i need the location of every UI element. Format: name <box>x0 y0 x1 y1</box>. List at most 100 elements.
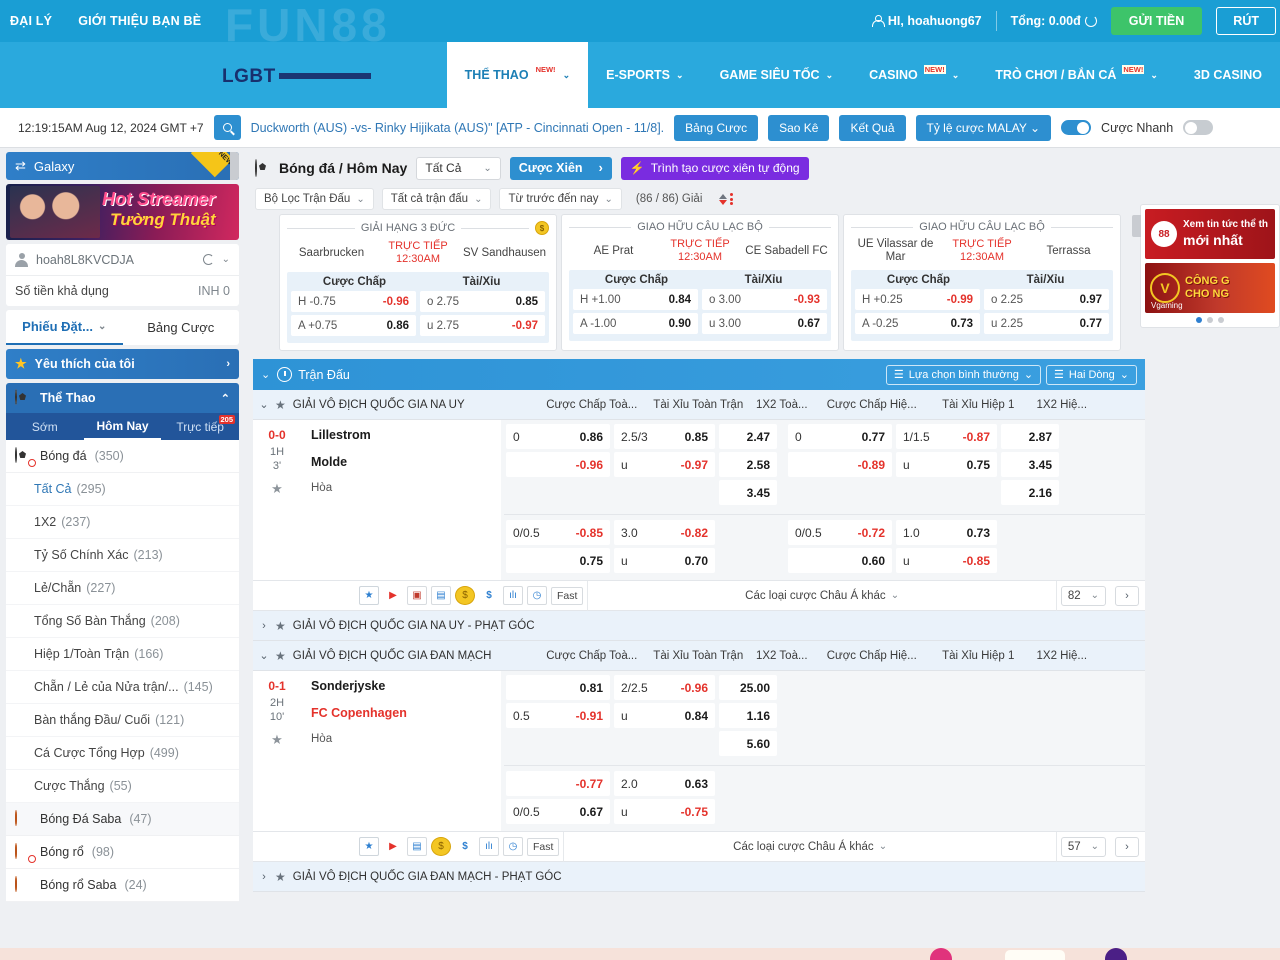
odds-cell[interactable]: 0.81 <box>506 675 610 701</box>
odds-cell[interactable]: 3.45 <box>1001 452 1059 478</box>
nav-item-the-thao[interactable]: THỂ THAO NEW! ⌄ <box>446 42 589 108</box>
odds-cell[interactable]: 3.0 -0.82 <box>614 520 715 546</box>
league-header-row[interactable]: ⌄ ★ GIẢI VÔ ĐỊCH QUỐC GIA ĐAN MẠCH Cược … <box>253 641 1145 672</box>
nav-item-3d-casino[interactable]: 3D CASINO <box>1176 42 1280 108</box>
sport-item-bong-ro-saba[interactable]: Bóng rổ Saba (24) <box>6 869 239 902</box>
drag-handle[interactable] <box>1132 215 1141 237</box>
market-item-ban-thang-dau-cuoi[interactable]: Bàn thắng Đầu/ Cuối (121) <box>6 704 239 737</box>
cashout-icon[interactable]: $ <box>455 837 475 857</box>
tab-phieu-dat[interactable]: Phiếu Đặt... ⌄ <box>6 310 123 345</box>
chevron-right-icon[interactable]: › <box>253 871 275 883</box>
withdraw-button[interactable]: RÚT <box>1216 7 1276 35</box>
favorites-section[interactable]: ★ Yêu thích của tôi › <box>6 349 239 379</box>
sport-item-bong-ro[interactable]: Bóng rổ (98) <box>6 836 239 869</box>
star-icon[interactable]: ★ <box>275 619 286 633</box>
chart-icon[interactable]: ılı <box>503 586 523 606</box>
odds-cell[interactable]: 0/0.5 -0.72 <box>788 520 892 546</box>
fast-button[interactable]: Fast <box>551 586 584 605</box>
search-button[interactable] <box>213 115 241 140</box>
star-icon[interactable]: ★ <box>253 732 301 748</box>
odds-cell[interactable]: -0.77 <box>506 771 610 797</box>
odds-cell[interactable]: -0.96 <box>506 452 610 478</box>
odds-cell[interactable]: 5.60 <box>719 731 777 757</box>
market-item-cuoc-thang[interactable]: Cược Thắng (55) <box>6 770 239 803</box>
page-next-button[interactable]: › <box>1115 836 1139 857</box>
market-item-ca-cuoc-tong-hop[interactable]: Cá Cược Tổng Hợp (499) <box>6 737 239 770</box>
subtab-som[interactable]: Sớm <box>6 413 84 440</box>
nav-item-game-sieu-toc[interactable]: GAME SIÊU TỐC ⌄ <box>702 42 852 108</box>
deposit-button[interactable]: GỬI TIỀN <box>1110 7 1203 35</box>
user-greeting[interactable]: HI, hoahuong67 <box>871 14 982 28</box>
featured-match-card[interactable]: GIẢI HẠNG 3 ĐỨC $ Saarbrucken TRỰC TIẾP … <box>279 214 557 352</box>
ad-dot[interactable] <box>1207 317 1213 323</box>
view-mode-select[interactable]: ☰ Lựa chọn bình thường ⌄ <box>885 364 1042 385</box>
odds-cell[interactable]: 0 0.77 <box>788 424 892 450</box>
star-icon[interactable]: ★ <box>275 398 286 412</box>
subtab-truc-tiep[interactable]: Trực tiếp 205 <box>161 413 239 440</box>
odds-format-select[interactable]: Tỷ lệ cược MALAY ⌄ <box>915 114 1052 141</box>
market-item-1x2[interactable]: 1X2 (237) <box>6 506 239 539</box>
nav-item-e-sports[interactable]: E-SPORTS ⌄ <box>588 42 701 108</box>
stats-list-icon[interactable]: ▤ <box>407 837 427 857</box>
rows-mode-select[interactable]: ☰ Hai Dòng ⌄ <box>1046 364 1137 385</box>
card-odds-cell[interactable]: o 3.00 -0.93 <box>702 289 827 311</box>
subtab-hom-nay[interactable]: Hôm Nay <box>83 413 162 440</box>
odds-cell[interactable]: u -0.85 <box>896 548 997 574</box>
page-select[interactable]: 82 ⌄ <box>1060 585 1106 606</box>
sub-league-row[interactable]: › ★ GIẢI VÔ ĐỊCH QUỐC GIA NA UY - PHẠT G… <box>253 611 1145 642</box>
sub-league-row[interactable]: › ★ GIẢI VÔ ĐỊCH QUỐC GIA ĐAN MẠCH - PHẠ… <box>253 862 1145 893</box>
sports-section-header[interactable]: Thể Thao ⌃ <box>6 383 239 413</box>
odds-cell[interactable]: 0/0.5 -0.85 <box>506 520 610 546</box>
odds-cell[interactable]: 2/2.5 -0.96 <box>614 675 715 701</box>
sport-item-bong-da[interactable]: Bóng đá (350) <box>6 440 239 473</box>
odds-cell[interactable]: 0.60 <box>788 548 892 574</box>
drag-handle[interactable] <box>230 152 239 180</box>
nav-item-tro-choi-ban-ca[interactable]: TRÒ CHƠI / BẮN CÁ NEW! ⌄ <box>977 42 1176 108</box>
nav-item-casino[interactable]: CASINO NEW! ⌄ <box>851 42 977 108</box>
tab-bang-cuoc[interactable]: Bảng Cược <box>123 310 240 345</box>
market-item-tong-so-ban-thang[interactable]: Tổng Số Bàn Thắng (208) <box>6 605 239 638</box>
auto-parlay-button[interactable]: ⚡ Trình tạo cược xiên tự động <box>620 156 809 180</box>
video-icon[interactable]: ▣ <box>407 586 427 606</box>
fast-button[interactable]: Fast <box>527 837 560 856</box>
odds-cell[interactable]: 25.00 <box>719 675 777 701</box>
collapse-icon[interactable]: ⌄ <box>261 368 270 381</box>
odds-cell[interactable]: 1/1.5 -0.87 <box>896 424 997 450</box>
odds-cell[interactable]: 3.45 <box>719 480 777 506</box>
odds-cell[interactable]: u 0.70 <box>614 548 715 574</box>
odds-cell[interactable]: -0.89 <box>788 452 892 478</box>
chevron-down-icon[interactable]: ⌄ <box>253 649 275 662</box>
chevron-right-icon[interactable]: › <box>253 620 275 632</box>
market-item-ty-so-chinh-xac[interactable]: Tỷ Số Chính Xác (213) <box>6 539 239 572</box>
odds-cell[interactable]: u 0.75 <box>896 452 997 478</box>
featured-match-card[interactable]: GIAO HỮU CÂU LẠC BỘ UE Vilassar de Mar T… <box>843 214 1121 352</box>
odds-cell[interactable]: 1.0 0.73 <box>896 520 997 546</box>
odds-cell[interactable]: u -0.75 <box>614 799 715 825</box>
scope-select[interactable]: Tất Cả ⌄ <box>416 156 501 180</box>
bang-cuoc-button[interactable]: Bảng Cược <box>674 114 759 141</box>
play-icon[interactable]: ▶ <box>383 837 403 857</box>
card-odds-cell[interactable]: H +1.00 0.84 <box>573 289 698 311</box>
odds-cell[interactable]: 2.16 <box>1001 480 1059 506</box>
market-item-le-chan[interactable]: Lẻ/Chẵn (227) <box>6 572 239 605</box>
star-icon[interactable]: ★ <box>275 649 286 663</box>
more-asian-bets[interactable]: Các loại cược Châu Á khác ⌄ <box>563 831 1057 862</box>
parlay-button[interactable]: Cược Xiên › <box>509 156 612 180</box>
more-asian-bets[interactable]: Các loại cược Châu Á khác ⌄ <box>587 580 1057 611</box>
secondary-toggle[interactable] <box>1183 120 1214 135</box>
sort-control[interactable] <box>716 193 734 205</box>
card-odds-cell[interactable]: u 2.75 -0.97 <box>420 315 545 337</box>
odds-cell[interactable]: u 0.84 <box>614 703 715 729</box>
sport-item-bong-da-saba[interactable]: Bóng Đá Saba (47) <box>6 803 239 836</box>
market-item-tat-ca[interactable]: Tất Cả (295) <box>6 473 239 506</box>
featured-match-card[interactable]: GIAO HỮU CÂU LẠC BỘ AE Prat TRỰC TIẾP 12… <box>561 214 839 352</box>
sao-ke-button[interactable]: Sao Kê <box>768 114 830 141</box>
card-odds-cell[interactable]: o 2.25 0.97 <box>984 289 1109 311</box>
coin-icon[interactable]: $ <box>455 586 475 606</box>
favorite-icon[interactable]: ★ <box>359 837 379 857</box>
odds-cell[interactable]: 0 0.86 <box>506 424 610 450</box>
play-icon[interactable]: ▶ <box>383 586 403 606</box>
favorite-icon[interactable]: ★ <box>359 586 379 606</box>
card-odds-cell[interactable]: A +0.75 0.86 <box>291 315 416 337</box>
ad-vgaming-banner[interactable]: V Vgaming CÔNG G CHO NG <box>1145 263 1275 313</box>
